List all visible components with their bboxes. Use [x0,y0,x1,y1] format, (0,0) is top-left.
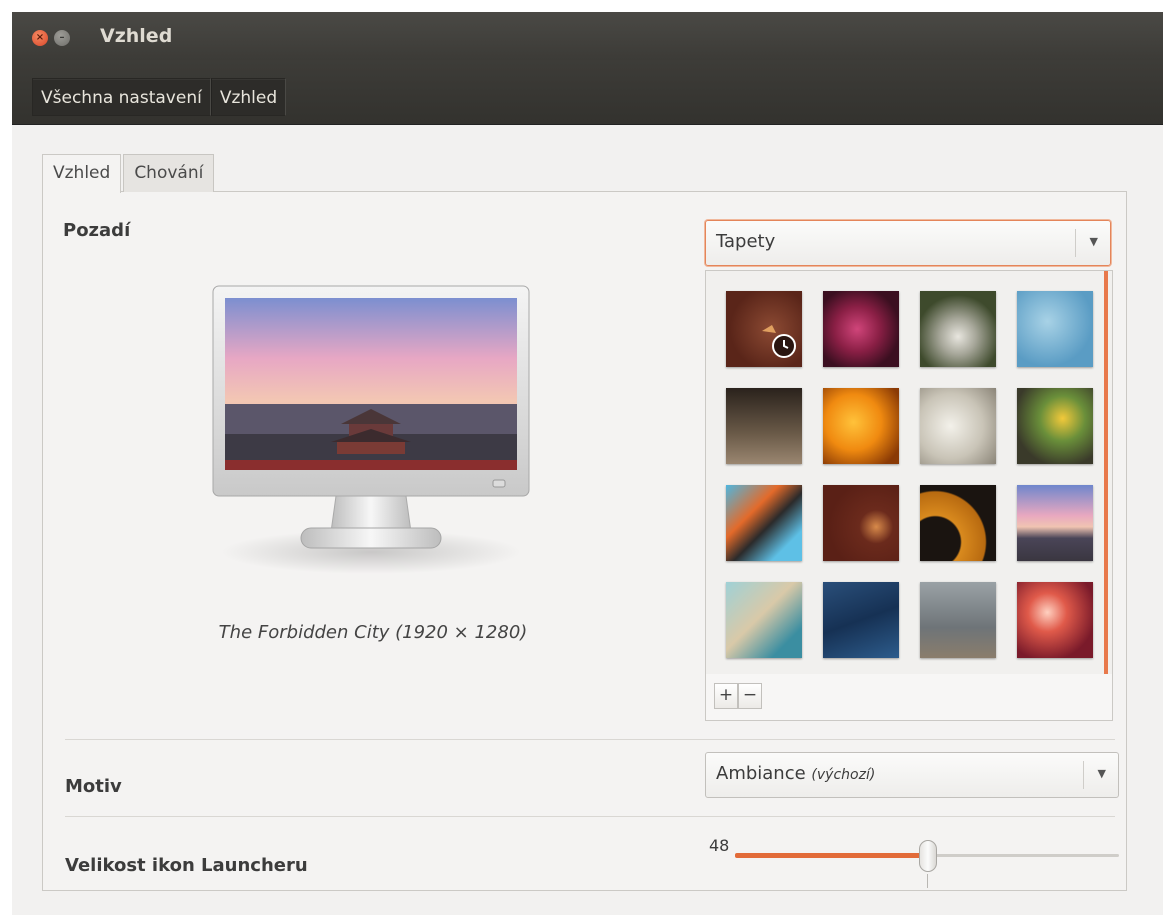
divider [65,739,1115,740]
theme-label: Motiv [65,776,122,797]
wallpaper-thumb[interactable] [920,388,996,464]
launcher-size-label: Velikost ikon Launcheru [65,855,308,876]
wallpaper-thumb[interactable] [920,291,996,367]
wallpaper-toolbar: + − [705,674,1113,721]
chevron-down-icon: ▼ [1097,767,1106,780]
wallpaper-preview [212,285,530,574]
combo-separator [1075,229,1076,257]
tab-appearance[interactable]: Vzhled [42,154,122,193]
appearance-panel: Pozadí The Forbidden City (1920 × 1280) … [42,191,1127,891]
window-title: Vzhled [100,25,173,47]
launcher-size-slider[interactable] [735,840,1119,888]
wallpaper-thumb[interactable] [920,582,996,658]
slider-tick [927,874,928,888]
wallpaper-grid [706,271,1108,675]
wallpaper-thumb[interactable] [823,582,899,658]
wallpaper-list[interactable] [705,270,1113,676]
toolbar: Všechna nastavení Vzhled [12,60,1163,125]
tab-bar: Vzhled Chování [42,154,216,193]
wallpaper-thumb[interactable] [1017,485,1093,561]
clock-badge-icon [762,325,796,358]
wallpaper-thumb[interactable] [726,291,802,367]
wallpaper-thumb[interactable] [726,388,802,464]
appearance-window: × – Vzhled Všechna nastavení Vzhled Vzhl… [12,12,1163,915]
breadcrumb-appearance[interactable]: Vzhled [210,78,287,116]
background-label: Pozadí [63,220,131,241]
wallpaper-thumb[interactable] [920,485,996,561]
wallpaper-thumb[interactable] [823,485,899,561]
minimize-icon[interactable]: – [54,30,70,46]
wallpaper-thumb[interactable] [823,388,899,464]
wallpaper-thumb[interactable] [726,485,802,561]
theme-value: Ambiance (výchozí) [716,763,875,784]
chevron-down-icon: ▼ [1089,235,1098,248]
wallpaper-thumb[interactable] [1017,291,1093,367]
slider-fill [735,853,927,858]
close-icon[interactable]: × [32,30,48,46]
breadcrumb-all-settings[interactable]: Všechna nastavení [32,78,211,116]
wallpaper-thumb[interactable] [1017,582,1093,658]
tab-behavior[interactable]: Chování [123,154,215,192]
wallpaper-thumb[interactable] [1017,388,1093,464]
remove-wallpaper-button[interactable]: − [738,683,762,709]
slider-handle[interactable] [919,840,937,872]
add-wallpaper-button[interactable]: + [714,683,738,709]
breadcrumb: Všechna nastavení Vzhled [32,78,287,116]
wallpaper-thumb[interactable] [823,291,899,367]
theme-name: Ambiance [716,763,806,784]
titlebar: × – Vzhled [12,12,1163,60]
wallpaper-caption: The Forbidden City (1920 × 1280) [218,622,528,643]
theme-default-note: (výchozí) [811,767,876,783]
launcher-size-value: 48 [709,836,730,855]
wallpaper-source-select[interactable]: Tapety ▼ [705,220,1111,266]
combo-separator [1083,761,1084,789]
wallpaper-source-value: Tapety [716,231,776,252]
divider [65,816,1115,817]
wallpaper-thumb[interactable] [726,582,802,658]
theme-select[interactable]: Ambiance (výchozí) ▼ [705,752,1119,798]
